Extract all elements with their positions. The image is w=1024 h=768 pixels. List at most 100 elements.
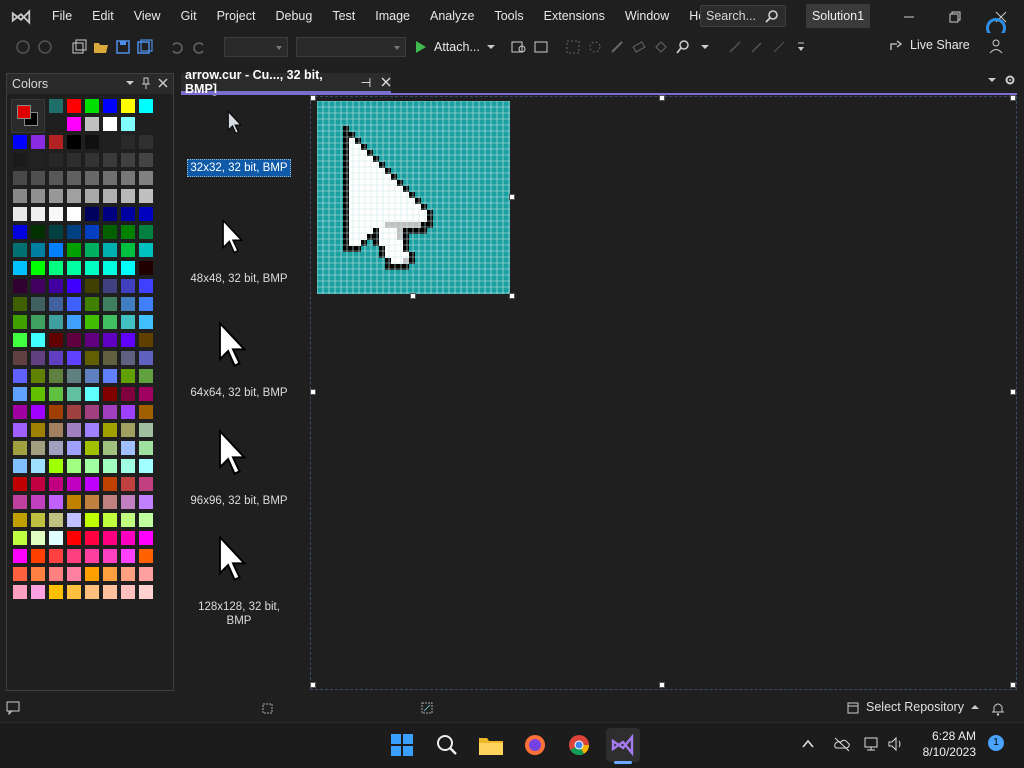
color-swatch[interactable] [85,369,99,383]
color-swatch[interactable] [103,171,117,185]
color-swatch[interactable] [67,243,81,257]
color-swatch[interactable] [31,135,45,149]
color-swatch[interactable] [31,189,45,203]
color-swatch[interactable] [49,495,63,509]
color-swatch[interactable] [49,261,63,275]
restore-button[interactable] [932,0,978,33]
color-swatch[interactable] [85,585,99,599]
color-swatch[interactable] [49,99,63,113]
resize-handle-s[interactable] [659,682,665,688]
menu-item-extensions[interactable]: Extensions [534,0,615,33]
color-swatch[interactable] [121,207,135,221]
brush-tool-icon[interactable] [725,37,745,57]
image-format-item[interactable]: 128x128, 32 bit, BMP [181,534,297,629]
color-swatch[interactable] [31,315,45,329]
back-icon[interactable] [13,37,33,57]
color-swatch[interactable] [49,243,63,257]
color-swatch[interactable] [13,459,27,473]
pin-tab-icon[interactable]: ⊣ [360,75,371,90]
color-swatch[interactable] [67,333,81,347]
color-swatch[interactable] [13,315,27,329]
color-swatch[interactable] [13,135,27,149]
color-swatch[interactable] [49,315,63,329]
color-swatch[interactable] [49,531,63,545]
color-swatch[interactable] [121,297,135,311]
color-swatch[interactable] [139,387,153,401]
image-resize-handle-se[interactable] [509,293,515,299]
resize-handle-e[interactable] [1010,389,1016,395]
menu-item-analyze[interactable]: Analyze [420,0,484,33]
resize-handle-ne[interactable] [1010,95,1016,101]
color-swatch[interactable] [31,423,45,437]
color-swatch[interactable] [139,477,153,491]
color-swatch[interactable] [49,405,63,419]
color-swatch[interactable] [139,549,153,563]
color-swatch[interactable] [85,171,99,185]
chrome-icon[interactable] [564,730,594,760]
color-swatch[interactable] [103,513,117,527]
color-swatch[interactable] [121,117,135,131]
image-resize-handle-e[interactable] [509,194,515,200]
color-swatch[interactable] [31,585,45,599]
color-swatch[interactable] [121,513,135,527]
color-swatch[interactable] [49,441,63,455]
find-in-files-icon[interactable] [509,37,529,57]
gear-icon[interactable] [1004,74,1016,86]
color-swatch[interactable] [139,585,153,599]
color-swatch[interactable] [139,99,153,113]
crop-icon[interactable] [260,701,274,715]
color-swatch[interactable] [49,153,63,167]
color-swatch[interactable] [139,207,153,221]
menu-item-view[interactable]: View [124,0,171,33]
color-swatch[interactable] [31,171,45,185]
color-swatch[interactable] [31,153,45,167]
color-swatch[interactable] [121,243,135,257]
color-swatch[interactable] [103,549,117,563]
color-swatch[interactable] [13,477,27,491]
color-swatch[interactable] [13,171,27,185]
color-swatch[interactable] [103,189,117,203]
color-swatch[interactable] [85,567,99,581]
notifications-outline-icon[interactable] [6,701,20,715]
color-swatch[interactable] [139,333,153,347]
color-swatch[interactable] [103,459,117,473]
color-swatch[interactable] [139,279,153,293]
color-swatch[interactable] [67,315,81,329]
color-swatch[interactable] [121,333,135,347]
color-swatch[interactable] [103,315,117,329]
color-swatch[interactable] [31,495,45,509]
color-swatch[interactable] [139,351,153,365]
airbrush-tool-icon[interactable] [747,37,767,57]
color-swatch[interactable] [31,567,45,581]
color-swatch[interactable] [49,171,63,185]
color-swatch[interactable] [139,135,153,149]
select-tool-icon[interactable] [563,37,583,57]
color-swatch[interactable] [139,513,153,527]
solution-name-button[interactable]: Solution1 [806,4,870,28]
color-swatch[interactable] [13,567,27,581]
color-swatch[interactable] [13,297,27,311]
image-resize-handle-s[interactable] [410,293,416,299]
attach-button[interactable]: Attach... [414,40,496,54]
color-swatch[interactable] [103,387,117,401]
color-swatch[interactable] [13,207,27,221]
color-swatch[interactable] [49,549,63,563]
close-panel-icon[interactable] [157,76,169,90]
panel-menu-icon[interactable] [125,76,135,90]
color-swatch[interactable] [31,225,45,239]
color-swatch[interactable] [121,153,135,167]
color-swatch[interactable] [103,351,117,365]
resize-handle-se[interactable] [1010,682,1016,688]
color-swatch[interactable] [49,135,63,149]
color-swatch[interactable] [103,261,117,275]
color-swatch[interactable] [139,171,153,185]
eraser-tool-icon[interactable] [629,37,649,57]
color-swatch[interactable] [67,387,81,401]
color-swatch[interactable] [31,531,45,545]
color-swatch[interactable] [121,387,135,401]
color-swatch[interactable] [13,495,27,509]
color-swatch[interactable] [49,279,63,293]
color-swatch[interactable] [49,477,63,491]
color-swatch[interactable] [13,243,27,257]
color-swatch[interactable] [139,369,153,383]
